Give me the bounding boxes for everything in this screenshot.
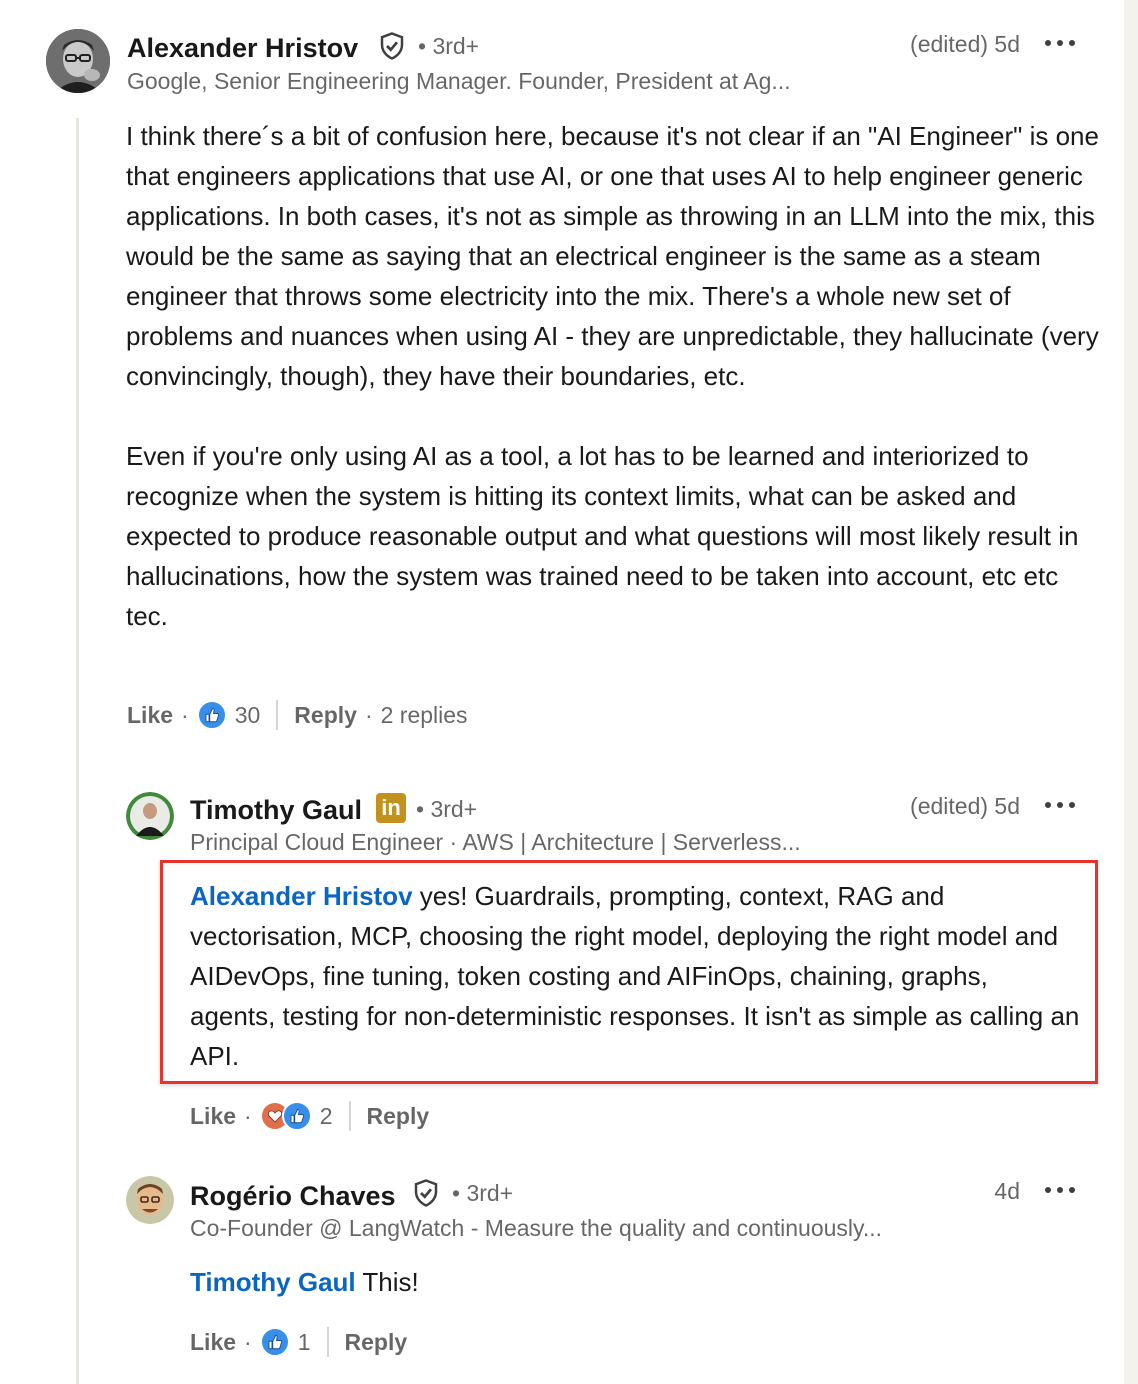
like-reaction-icon[interactable] <box>196 700 227 730</box>
like-button[interactable]: Like <box>190 1103 236 1130</box>
comment-actions: Like · 30 Reply · 2 replies <box>127 700 468 730</box>
connection-degree: • 3rd+ <box>452 1180 514 1206</box>
comment-actions: Like · 1 Reply <box>190 1327 407 1357</box>
avatar-photo <box>46 29 110 93</box>
reaction-icons[interactable] <box>259 1101 312 1131</box>
verified-shield-icon <box>377 31 407 61</box>
comment-timestamp: (edited) 5d <box>910 793 1020 819</box>
author-headline: Google, Senior Engineering Manager. Foun… <box>127 68 791 94</box>
thread-line <box>76 118 79 1384</box>
comment-paragraph: I think there´s a bit of confusion here,… <box>126 121 1099 391</box>
like-button[interactable]: Like <box>127 702 173 729</box>
like-reaction-icon[interactable] <box>259 1327 290 1357</box>
comment-paragraph: Even if you're only using AI as a tool, … <box>126 441 1079 631</box>
avatar[interactable] <box>126 1176 174 1224</box>
more-options-icon[interactable] <box>1045 1185 1075 1195</box>
connection-degree: • 3rd+ <box>418 33 480 59</box>
reaction-count[interactable]: 1 <box>298 1329 311 1356</box>
connection-degree: • 3rd+ <box>416 796 478 822</box>
comment-body: Alexander Hristov yes! Guardrails, promp… <box>190 876 1080 1076</box>
comment-timestamp: 4d <box>994 1178 1020 1204</box>
divider <box>348 1101 351 1131</box>
divider <box>276 700 279 730</box>
reaction-count[interactable]: 30 <box>235 702 261 729</box>
comment-body: Timothy Gaul This! <box>190 1262 1080 1302</box>
more-options-icon[interactable] <box>1045 38 1075 48</box>
mention-link[interactable]: Timothy Gaul <box>190 1267 356 1297</box>
comments-card: Alexander Hristov • 3rd+ (edited) 5d Goo… <box>0 0 1124 1384</box>
reaction-count[interactable]: 2 <box>320 1103 333 1130</box>
comment-author-name[interactable]: Alexander Hristov <box>127 33 358 64</box>
reply-button[interactable]: Reply <box>345 1329 408 1356</box>
reply-button[interactable]: Reply <box>294 702 357 729</box>
comment-text: This! <box>355 1267 419 1297</box>
like-reaction-icon <box>281 1101 312 1131</box>
reply-button[interactable]: Reply <box>367 1103 430 1130</box>
author-headline: Co-Founder @ LangWatch - Measure the qua… <box>190 1215 882 1241</box>
avatar[interactable] <box>126 792 174 840</box>
like-button[interactable]: Like <box>190 1329 236 1356</box>
comment-actions: Like · 2 Reply <box>190 1101 429 1131</box>
comment-timestamp: (edited) 5d <box>910 31 1020 57</box>
author-headline: Principal Cloud Engineer · AWS | Archite… <box>190 829 801 855</box>
comment-body: I think there´s a bit of confusion here,… <box>126 116 1106 636</box>
more-options-icon[interactable] <box>1045 800 1075 810</box>
mention-link[interactable]: Alexander Hristov <box>190 881 413 911</box>
replies-count-link[interactable]: 2 replies <box>381 702 468 729</box>
avatar[interactable] <box>46 29 110 93</box>
verified-shield-icon <box>411 1178 441 1208</box>
comment-author-name[interactable]: Rogério Chaves <box>190 1181 396 1212</box>
divider <box>326 1327 329 1357</box>
avatar-photo <box>126 1176 174 1224</box>
comment-author-name[interactable]: Timothy Gaul <box>190 795 362 826</box>
avatar-photo <box>126 792 174 840</box>
linkedin-in-icon: in <box>376 793 406 823</box>
